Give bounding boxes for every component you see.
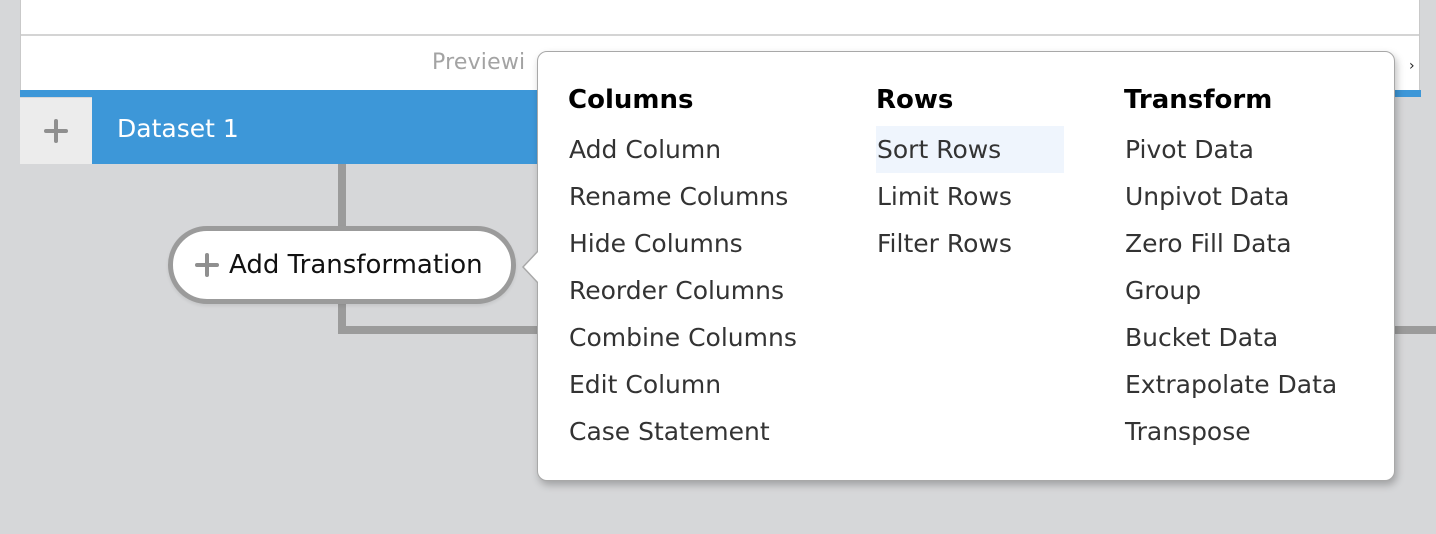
menu-item-reorder-columns[interactable]: Reorder Columns xyxy=(568,267,797,314)
menu-item-combine-columns[interactable]: Combine Columns xyxy=(568,314,797,361)
dataset-tab[interactable]: Dataset 1 xyxy=(92,90,552,164)
menu-item-sort-rows[interactable]: Sort Rows xyxy=(876,126,1064,173)
menu-column-transform: Transform Pivot Data Unpivot Data Zero Fill… xyxy=(1124,80,1337,455)
plus-icon xyxy=(195,253,219,277)
menu-item-rename-columns[interactable]: Rename Columns xyxy=(568,173,797,220)
add-transformation-label: Add Transformation xyxy=(229,250,483,280)
menu-item-bucket-data[interactable]: Bucket Data xyxy=(1124,314,1337,361)
add-dataset-button[interactable] xyxy=(20,98,92,164)
menu-item-limit-rows[interactable]: Limit Rows xyxy=(876,173,1064,220)
menu-column-columns: Columns Add Column Rename Columns Hide Colu… xyxy=(568,80,797,455)
menu-item-edit-column[interactable]: Edit Column xyxy=(568,361,797,408)
menu-item-filter-rows[interactable]: Filter Rows xyxy=(876,220,1064,267)
dataset-tab-label: Dataset 1 xyxy=(117,114,239,143)
menu-item-hide-columns[interactable]: Hide Columns xyxy=(568,220,797,267)
menu-item-unpivot-data[interactable]: Unpivot Data xyxy=(1124,173,1337,220)
menu-heading: Columns xyxy=(568,85,694,115)
menu-item-case-statement[interactable]: Case Statement xyxy=(568,408,797,455)
menu-item-extrapolate-data[interactable]: Extrapolate Data xyxy=(1124,361,1337,408)
add-transformation-button[interactable]: Add Transformation xyxy=(168,226,516,304)
pipeline-connector xyxy=(338,164,346,228)
menu-item-transpose[interactable]: Transpose xyxy=(1124,408,1337,455)
plus-icon xyxy=(44,119,68,143)
popover-arrow-fill xyxy=(524,251,539,283)
chevron-right-icon[interactable]: › xyxy=(1409,59,1417,73)
menu-item-group[interactable]: Group xyxy=(1124,267,1337,314)
menu-item-pivot-data[interactable]: Pivot Data xyxy=(1124,126,1337,173)
menu-heading: Transform xyxy=(1124,85,1273,115)
panel-divider xyxy=(21,34,1419,36)
menu-heading: Rows xyxy=(876,85,954,115)
transformation-menu: Columns Add Column Rename Columns Hide Colu… xyxy=(522,51,1395,481)
menu-column-rows: Rows Sort Rows Limit Rows Filter Rows xyxy=(876,80,1064,267)
preview-status-text: Previewi xyxy=(432,50,526,75)
menu-item-zero-fill-data[interactable]: Zero Fill Data xyxy=(1124,220,1337,267)
menu-item-add-column[interactable]: Add Column xyxy=(568,126,797,173)
